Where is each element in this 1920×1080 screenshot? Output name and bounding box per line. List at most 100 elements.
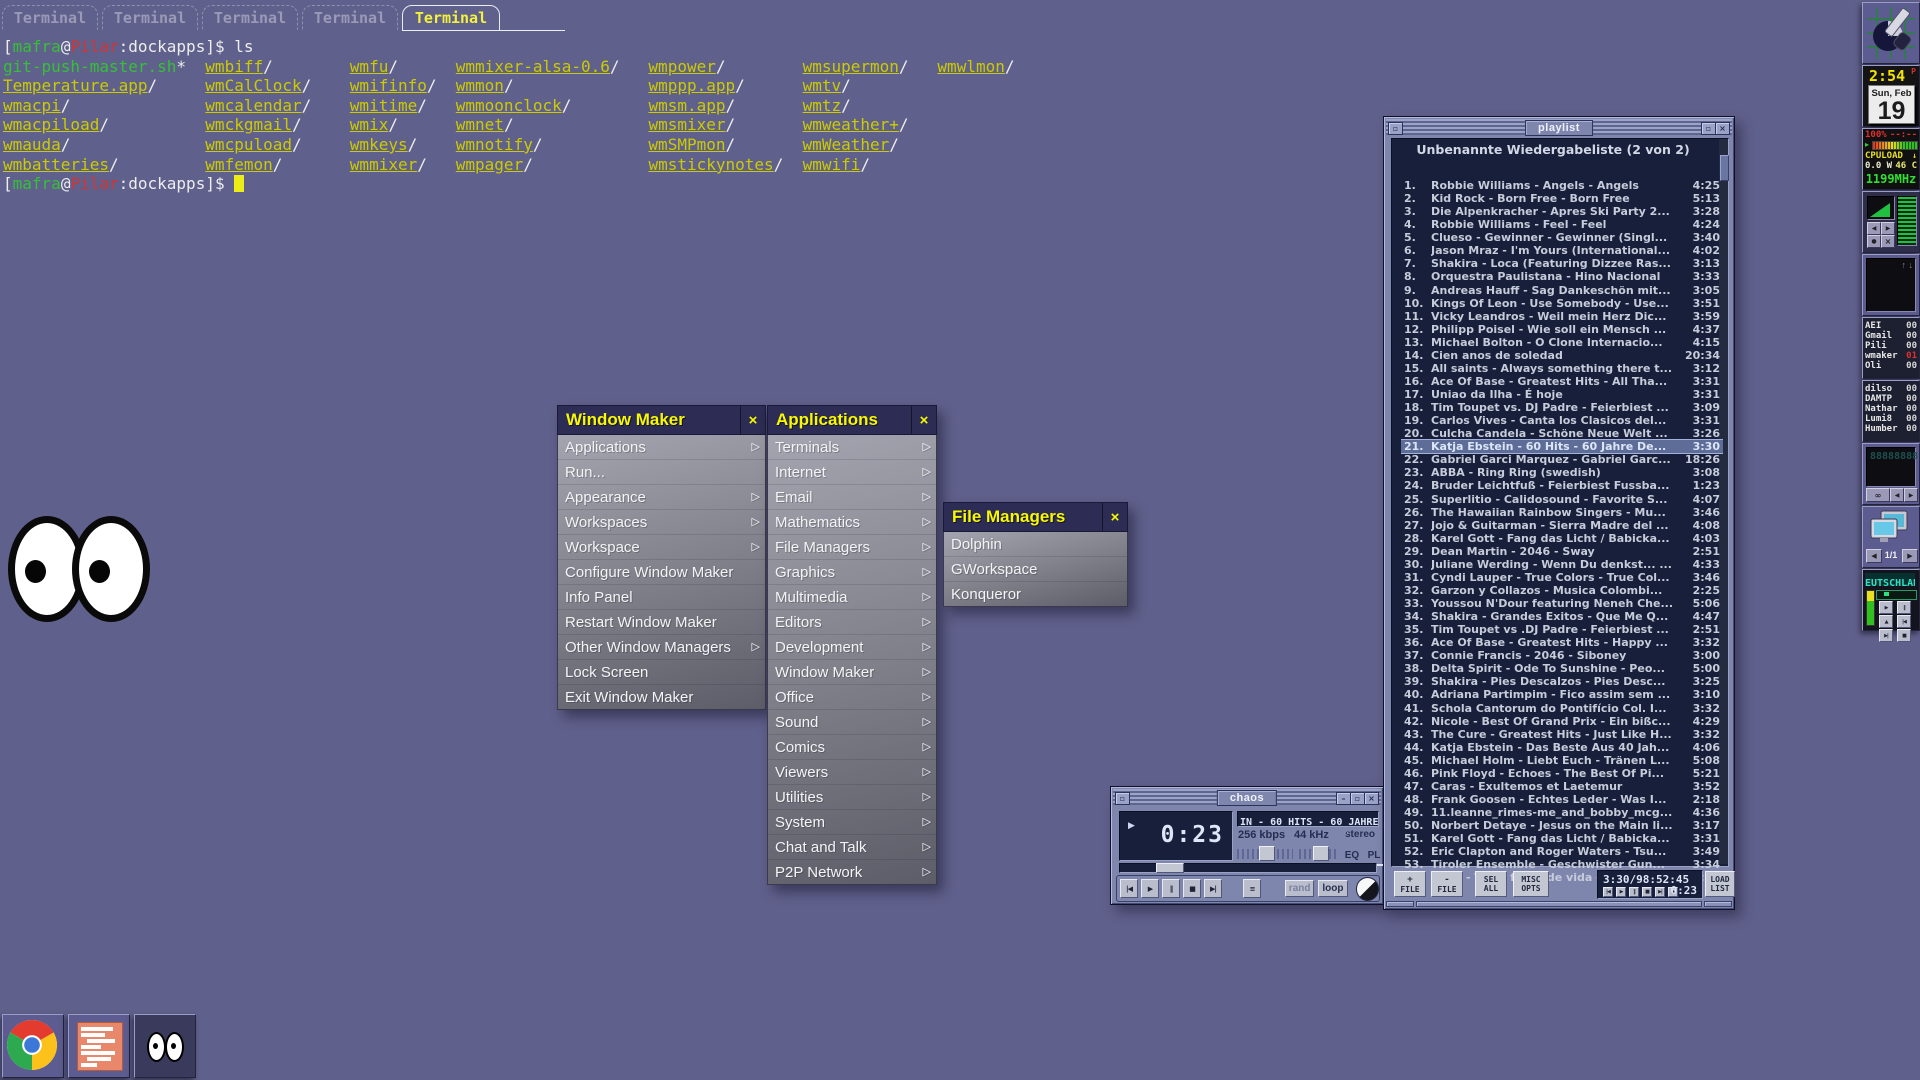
- next-button[interactable]: ▶|: [1879, 629, 1893, 642]
- prev-button[interactable]: |◀: [1897, 615, 1911, 628]
- playlist-row[interactable]: 7.Shakira - Loca (Featuring Dizzee Ras..…: [1401, 257, 1723, 270]
- menu-item-chat-and-talk[interactable]: Chat and Talk▷: [768, 835, 936, 860]
- playlist-row[interactable]: 31.Cyndi Lauper - True Colors - True Col…: [1401, 571, 1723, 584]
- pause-button[interactable]: ‖: [1629, 887, 1639, 897]
- resize-handle-left[interactable]: [1386, 901, 1414, 907]
- menu-item-multimedia[interactable]: Multimedia▷: [768, 585, 936, 610]
- terminal-tab[interactable]: Terminal: [302, 5, 398, 30]
- play-button[interactable]: ▶: [1879, 601, 1893, 614]
- maximize-icon[interactable]: ▫: [1701, 122, 1716, 135]
- playlist-row[interactable]: 17.Uniao da Ilha - É hoje3:31: [1401, 388, 1723, 401]
- playlist-row[interactable]: 10.Kings Of Leon - Use Somebody - Use...…: [1401, 297, 1723, 310]
- mute-button[interactable]: ×: [1881, 235, 1895, 248]
- pause-button[interactable]: ‖: [1162, 879, 1180, 898]
- window-menu-icon[interactable]: ▫: [1388, 122, 1403, 135]
- menu-item-workspaces[interactable]: Workspaces▷: [558, 510, 765, 535]
- workspace-next-button[interactable]: ▶: [1902, 549, 1918, 563]
- menu-item-gworkspace[interactable]: GWorkspace: [944, 557, 1127, 582]
- playlist-row[interactable]: 27.Jojo & Guitarman - Sierra Madre del .…: [1401, 519, 1723, 532]
- menu-titlebar[interactable]: File Managers ×: [943, 502, 1128, 532]
- playlist-row[interactable]: 8.Orquestra Paulistana - Hino Nacional3:…: [1401, 270, 1723, 283]
- list-button[interactable]: ≡: [1243, 879, 1261, 898]
- resize-handle-bar[interactable]: [1386, 901, 1732, 907]
- prev-button[interactable]: |◀: [1603, 887, 1613, 897]
- menu-item-mathematics[interactable]: Mathematics▷: [768, 510, 936, 535]
- menu-item-window-maker[interactable]: Window Maker▷: [768, 660, 936, 685]
- channel-right-button[interactable]: ▶: [1881, 222, 1895, 235]
- dock-tile-network-monitor[interactable]: ↑ ↓: [1862, 254, 1920, 316]
- next-button[interactable]: ▶|: [1655, 887, 1665, 897]
- dock-tile-mini-player[interactable]: EUTSCHLAN ▶‖▲|◀▶|■: [1862, 569, 1920, 631]
- terminal-tab[interactable]: Terminal: [2, 5, 98, 30]
- menu-item-development[interactable]: Development▷: [768, 635, 936, 660]
- playlist-row[interactable]: 51.Karel Gott - Fang das Licht / Babicka…: [1401, 832, 1723, 845]
- menu-item-other-window-managers[interactable]: Other Window Managers▷: [558, 635, 765, 660]
- menu-titlebar[interactable]: Window Maker ×: [557, 405, 766, 435]
- connector-button[interactable]: ∞: [1866, 488, 1890, 502]
- dock-tile-mixer[interactable]: ◀ ▶ ● ×: [1862, 191, 1920, 253]
- playlist-row[interactable]: 23.ABBA - Ring Ring (swedish)3:08: [1401, 466, 1723, 479]
- playlist-row[interactable]: 25.Superlitio - Calidosound - Favorite S…: [1401, 493, 1723, 506]
- menu-item-info-panel[interactable]: Info Panel: [558, 585, 765, 610]
- select-all-button[interactable]: SEL ALL: [1475, 871, 1507, 897]
- playlist-row[interactable]: 20.Culcha Candela - Schöne Neue Welt ...…: [1401, 427, 1723, 440]
- playlist-row[interactable]: 19.Carlos Vives - Canta los Clasicos del…: [1401, 414, 1723, 427]
- playlist-window[interactable]: ▫ playlist ▫ × Unbenannte Wiedergabelist…: [1383, 116, 1735, 910]
- stop-button[interactable]: ■: [1897, 629, 1911, 642]
- mixer-level-slider[interactable]: [1897, 196, 1917, 246]
- menu-item-utilities[interactable]: Utilities▷: [768, 785, 936, 810]
- playlist-row[interactable]: 32.Garzon y Collazos - Musica Colombi...…: [1401, 584, 1723, 597]
- load-list-button[interactable]: LOAD LIST: [1705, 871, 1735, 897]
- menu-item-configure-window-maker[interactable]: Configure Window Maker: [558, 560, 765, 585]
- menu-item-sound[interactable]: Sound▷: [768, 710, 936, 735]
- remove-file-button[interactable]: - FILE: [1431, 871, 1463, 897]
- playlist-row[interactable]: 36.Ace Of Base - Greatest Hits - Happy .…: [1401, 636, 1723, 649]
- playlist-row[interactable]: 6.Jason Mraz - I'm Yours (International.…: [1401, 244, 1723, 257]
- shuffle-button[interactable]: rand: [1285, 880, 1314, 897]
- playlist-row[interactable]: 5.Clueso - Gewinner - Gewinner (Singl...…: [1401, 231, 1723, 244]
- prev-button[interactable]: ◀: [1890, 488, 1904, 502]
- close-icon[interactable]: ×: [740, 406, 765, 434]
- player-titlebar[interactable]: ▫ chaos – ▫ ×: [1113, 789, 1381, 805]
- playlist-row[interactable]: 41.Schola Cantorum do Pontifício Col. I.…: [1401, 702, 1723, 715]
- playlist-row[interactable]: 2.Kid Rock - Born Free - Born Free5:13: [1401, 192, 1723, 205]
- playlist-row[interactable]: 35.Tim Toupet vs .DJ Padre - Feierbiest …: [1401, 623, 1723, 636]
- menu-item-comics[interactable]: Comics▷: [768, 735, 936, 760]
- playlist-row[interactable]: 1.Robbie Williams - Angels - Angels4:25: [1401, 179, 1723, 192]
- menu-item-editors[interactable]: Editors▷: [768, 610, 936, 635]
- clip-tile-notes[interactable]: [68, 1014, 130, 1078]
- playlist-row[interactable]: 52.Eric Clapton and Roger Waters - Tsu..…: [1401, 845, 1723, 858]
- menu-item-applications[interactable]: Applications▷: [558, 435, 765, 460]
- playlist-row[interactable]: 45.Michael Holm - Liebt Euch - Tränen L.…: [1401, 754, 1723, 767]
- next-button[interactable]: ▶|: [1204, 879, 1222, 898]
- dock-tile-calclock[interactable]: 2:54 P Sun, Feb 19: [1862, 65, 1920, 127]
- menu-item-dolphin[interactable]: Dolphin: [944, 532, 1127, 557]
- playlist-row[interactable]: 24.Bruder Leichtfuß - Feierbiest Fussba.…: [1401, 479, 1723, 492]
- pause-button[interactable]: ‖: [1897, 601, 1911, 614]
- clip-tile-xeyes[interactable]: [134, 1014, 196, 1078]
- playlist-row[interactable]: 12.Philipp Poisel - Wie soll ein Mensch …: [1401, 323, 1723, 336]
- playlist-row[interactable]: 40.Adriana Partimpim - Fico assim sem ..…: [1401, 688, 1723, 701]
- dock-tile-mail-checker-2[interactable]: dilso00DAMTP00Nathar00Lumi800Humber00: [1862, 380, 1920, 442]
- playlist-row[interactable]: 42.Nicole - Best Of Grand Prix - Ein biß…: [1401, 715, 1723, 728]
- close-icon[interactable]: ×: [1102, 503, 1127, 531]
- playlist-row[interactable]: 50.Norbert Detaye - Jesus on the Main li…: [1401, 819, 1723, 832]
- close-icon[interactable]: ×: [1715, 122, 1730, 135]
- track-marquee[interactable]: IN - 60 HITS - 60 JAHRE DEUTSCH: [1237, 811, 1379, 827]
- add-file-button[interactable]: + FILE: [1394, 871, 1426, 897]
- stop-button[interactable]: ■: [1183, 879, 1201, 898]
- terminal-tab[interactable]: Terminal: [202, 5, 298, 30]
- seek-bar-thumb[interactable]: [1156, 863, 1184, 873]
- resize-handle-right[interactable]: [1704, 901, 1732, 907]
- maximize-icon[interactable]: ▫: [1350, 792, 1365, 805]
- playlist-titlebar[interactable]: ▫ playlist ▫ ×: [1386, 119, 1732, 135]
- workspace-prev-button[interactable]: ◀: [1866, 549, 1882, 563]
- volume-slider-thumb[interactable]: [1259, 846, 1275, 861]
- playlist-row[interactable]: 44.Katja Ebstein - Das Beste Aus 40 Jah.…: [1401, 741, 1723, 754]
- menu-item-file-managers[interactable]: File Managers▷: [768, 535, 936, 560]
- stop-button[interactable]: ■: [1642, 887, 1652, 897]
- playlist-row[interactable]: 16.Ace Of Base - Greatest Hits - All Tha…: [1401, 375, 1723, 388]
- playlist-row[interactable]: 3.Die Alpenkracher - Apres Ski Party 2..…: [1401, 205, 1723, 218]
- menu-item-email[interactable]: Email▷: [768, 485, 936, 510]
- repeat-button[interactable]: loop: [1318, 880, 1347, 897]
